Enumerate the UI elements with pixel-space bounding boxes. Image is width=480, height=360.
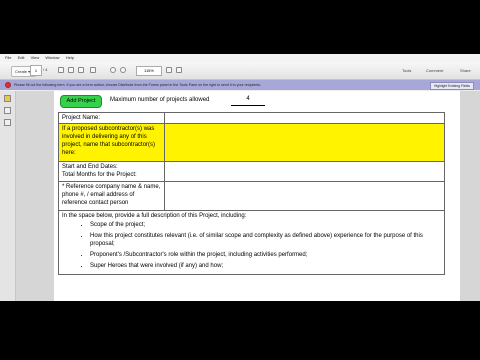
table-row: In the space below, provide a full descr… [58,210,445,275]
menu-bar: File Edit View Window Help [0,54,480,62]
dates-field[interactable] [164,161,445,182]
project-name-label: Project Name: [58,112,165,124]
pdf-page: Add Project Maximum number of projects a… [54,91,460,301]
menu-help[interactable]: Help [66,54,74,62]
attachments-icon[interactable] [4,119,11,126]
table-row: * Reference company name & name, phone #… [58,181,445,211]
zoom-out-icon[interactable] [120,67,126,73]
description-list: Scope of the project; How this project c… [62,221,441,270]
description-intro: In the space below, provide a full descr… [62,213,247,219]
info-icon [5,82,11,88]
list-item: Super Heroes that were involved (if any)… [90,262,441,270]
hand-tool-icon[interactable] [110,67,116,73]
tools-button[interactable]: Tools [402,66,411,75]
list-item: Scope of the project; [90,221,441,229]
max-projects-field[interactable]: 4 [231,94,265,106]
open-icon[interactable] [58,67,64,73]
table-row: Project Name: [58,112,445,124]
subcontractor-field[interactable] [164,123,445,162]
menu-window[interactable]: Window [45,54,59,62]
list-item: How this project constitutes relevant (i… [90,232,441,248]
menu-view[interactable]: View [31,54,40,62]
save-icon[interactable] [68,67,74,73]
description-cell: In the space below, provide a full descr… [58,210,445,275]
project-form-table: Project Name: If a proposed subcontracto… [58,112,445,275]
page-thumbnails-icon[interactable] [4,95,11,102]
subcontractor-label: If a proposed subcontractor(s) was invol… [58,123,165,162]
menu-file[interactable]: File [5,54,11,62]
reference-field[interactable] [164,181,445,211]
reference-label: * Reference company name & name, phone #… [58,181,165,211]
fit-page-icon[interactable] [166,67,172,73]
max-projects-label: Maximum number of projects allowed [110,97,210,103]
project-name-field[interactable] [164,112,445,124]
bookmarks-icon[interactable] [4,107,11,114]
email-icon[interactable] [90,67,96,73]
toolbar: Create ▾ 1 / 4 115% Tools Comment Share [0,62,480,80]
zoom-level-select[interactable]: 115% [136,66,162,76]
create-label: Create [15,69,28,74]
print-icon[interactable] [78,67,84,73]
form-notice-bar: Please fill out the following form. If y… [0,80,480,90]
table-row: Start and End Dates: Total Months for th… [58,161,445,182]
comment-button[interactable]: Comment [426,66,443,75]
share-button[interactable]: Share [460,66,471,75]
menu-edit[interactable]: Edit [18,54,25,62]
list-item: Proponent's /Subcontractor's role within… [90,251,441,259]
page-number-input[interactable]: 1 [30,65,42,76]
notice-message: Please fill out the following form. If y… [14,83,262,87]
page-total: / 4 [43,67,48,72]
dates-label: Start and End Dates: Total Months for th… [58,161,165,182]
acrobat-window: File Edit View Window Help Create ▾ 1 / … [0,54,480,301]
table-row: If a proposed subcontractor(s) was invol… [58,123,445,162]
fit-width-icon[interactable] [176,67,182,73]
add-project-button[interactable]: Add Project [60,95,102,108]
document-area[interactable]: Add Project Maximum number of projects a… [16,91,480,301]
highlight-fields-button[interactable]: Highlight Existing Fields [430,82,474,90]
navigation-pane [0,91,16,301]
letterbox-bottom [0,301,480,360]
